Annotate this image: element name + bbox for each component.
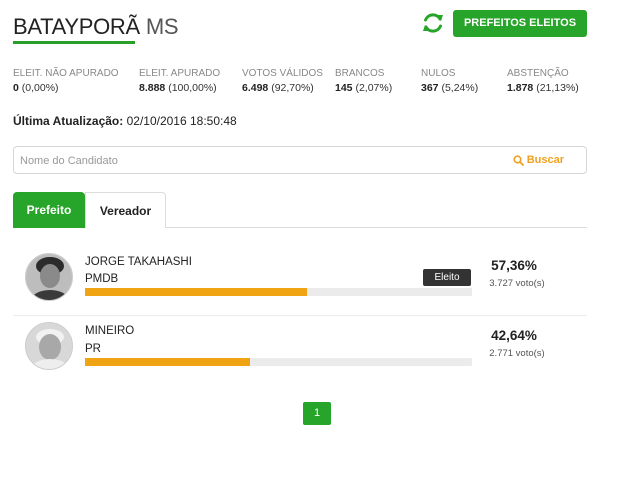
stat-label: BRANCOS [335, 68, 385, 79]
candidate-party: PR [85, 343, 101, 355]
search-icon [513, 154, 524, 166]
vote-bar [85, 288, 472, 296]
stat-blank: BRANCOS 145 (2,07%) [335, 68, 392, 94]
stat-abstention: ABSTENÇÃO 1.878 (21,13%) [507, 68, 579, 94]
stat-label: ELEIT. NÃO APURADO [13, 68, 119, 79]
stat-percent: (100,00%) [168, 82, 217, 94]
candidate-row: JORGE TAKAHASHI PMDB Eleito 57,36% 3.727… [13, 244, 587, 316]
candidate-votes: 3.727 voto(s) [489, 278, 545, 289]
last-update-datetime: 02/10/2016 18:50:48 [126, 114, 237, 128]
stat-percent: (0,00%) [21, 82, 59, 94]
last-update-label: Última Atualização: [13, 114, 124, 128]
candidate-avatar [25, 253, 73, 301]
last-update: Última Atualização: 02/10/2016 18:50:48 [13, 114, 237, 128]
stat-percent: (5,24%) [441, 82, 479, 94]
stat-value: 0 [13, 82, 19, 94]
city-name: BATAYPORÃ [13, 14, 140, 39]
candidate-name: MINEIRO [85, 325, 135, 337]
candidate-name: JORGE TAKAHASHI [85, 256, 192, 268]
vote-bar-fill [85, 288, 307, 296]
refresh-icon[interactable] [420, 10, 446, 36]
candidate-search-input[interactable] [20, 151, 500, 171]
search-button[interactable]: Buscar [513, 154, 564, 166]
stats-summary: ELEIT. NÃO APURADO 0 (0,00%) ELEIT. APUR… [13, 68, 613, 98]
stat-label: NULOS [421, 68, 456, 79]
stat-value: 6.498 [242, 82, 269, 94]
stat-percent: (92,70%) [271, 82, 314, 94]
stat-counted: ELEIT. APURADO 8.888 (100,00%) [139, 68, 220, 94]
stat-value: 1.878 [507, 82, 534, 94]
stat-null: NULOS 367 (5,24%) [421, 68, 478, 94]
stat-percent: (2,07%) [355, 82, 393, 94]
state-code: MS [145, 14, 179, 39]
vote-bar [85, 358, 472, 366]
stat-valid-votes: VOTOS VÁLIDOS 6.498 (92,70%) [242, 68, 323, 94]
position-tabs: Prefeito Vereador [13, 192, 587, 228]
stat-not-counted: ELEIT. NÃO APURADO 0 (0,00%) [13, 68, 119, 94]
vote-bar-fill [85, 358, 251, 366]
page-title: BATAYPORÃ MS [13, 14, 179, 40]
candidate-percent: 42,64% [491, 328, 537, 343]
stat-percent: (21,13%) [536, 82, 579, 94]
stat-label: VOTOS VÁLIDOS [242, 68, 323, 79]
tab-vereador[interactable]: Vereador [85, 192, 166, 228]
page-button[interactable]: 1 [303, 402, 331, 425]
candidate-row: MINEIRO PR 42,64% 2.771 voto(s) [13, 314, 587, 386]
candidate-percent: 57,36% [491, 258, 537, 273]
candidate-search: Buscar [13, 146, 587, 174]
elected-mayors-button[interactable]: PREFEITOS ELEITOS [453, 10, 587, 37]
elected-badge: Eleito [423, 269, 471, 286]
stat-value: 8.888 [139, 82, 166, 94]
stat-label: ELEIT. APURADO [139, 68, 221, 79]
candidate-party: PMDB [85, 273, 119, 285]
candidate-avatar [25, 322, 73, 370]
search-button-label: Buscar [526, 154, 564, 166]
title-underline [13, 41, 135, 44]
stat-value: 367 [421, 82, 439, 94]
candidate-votes: 2.771 voto(s) [489, 348, 545, 359]
tab-prefeito[interactable]: Prefeito [13, 192, 85, 228]
stat-label: ABSTENÇÃO [507, 68, 569, 79]
stat-value: 145 [335, 82, 353, 94]
